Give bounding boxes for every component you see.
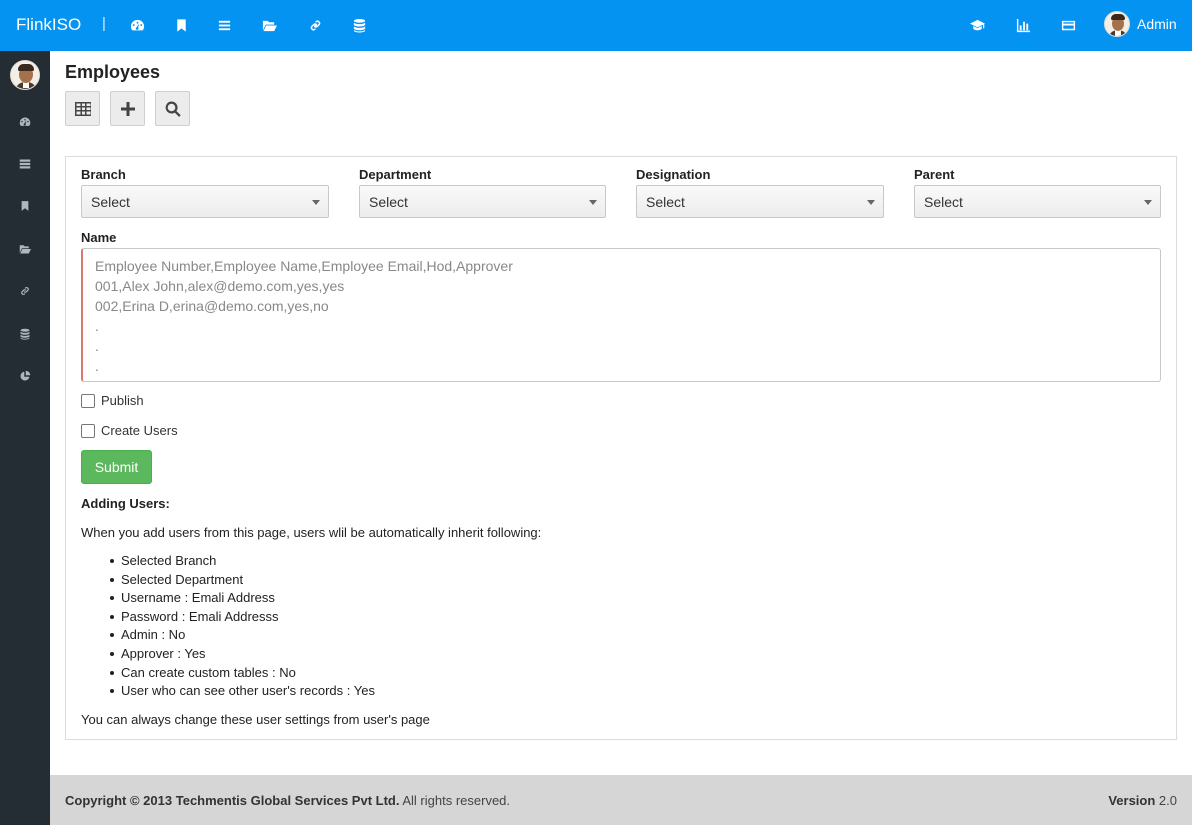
bookmark-icon[interactable] (15, 196, 35, 216)
list-item: Password : Emali Addresss (105, 609, 375, 628)
designation-select[interactable]: Select (636, 185, 884, 218)
folder-open-icon[interactable] (15, 239, 35, 259)
pie-chart-icon[interactable] (15, 366, 35, 386)
info-title: Adding Users: (81, 496, 170, 511)
copyright: Copyright © 2013 Techmentis Global Servi… (65, 793, 510, 808)
create-users-checkbox[interactable] (81, 423, 95, 438)
branch-select-value: Select (91, 194, 130, 210)
rights-text: All rights reserved. (402, 793, 511, 808)
table-view-button[interactable] (65, 91, 100, 126)
department-label: Department (359, 167, 432, 182)
company-name: Techmentis Global Services Pvt Ltd. (175, 793, 400, 808)
table-icon (74, 101, 91, 116)
chevron-down-icon (867, 200, 875, 205)
parent-label: Parent (914, 167, 955, 182)
search-button[interactable] (155, 91, 190, 126)
brand-logo[interactable]: FlinkISO (16, 15, 81, 35)
chevron-down-icon (312, 200, 320, 205)
user-name: Admin (1137, 16, 1177, 32)
user-menu[interactable]: Admin (1104, 11, 1177, 37)
create-users-checkbox-row[interactable]: Create Users (81, 423, 178, 438)
name-textarea[interactable]: Employee Number,Employee Name,Employee E… (81, 248, 1161, 382)
list-item: Admin : No (105, 627, 375, 646)
bookmark-icon[interactable] (170, 14, 192, 36)
copyright-prefix: Copyright © 2013 (65, 793, 173, 808)
list-item: Selected Branch (105, 553, 375, 572)
folder-open-icon[interactable] (258, 14, 280, 36)
add-button[interactable] (110, 91, 145, 126)
list-item: Username : Emali Address (105, 590, 375, 609)
chevron-down-icon (1144, 200, 1152, 205)
database-icon[interactable] (348, 14, 370, 36)
branch-select[interactable]: Select (81, 185, 329, 218)
sidebar (0, 51, 50, 825)
name-label: Name (81, 230, 117, 245)
department-select-value: Select (369, 194, 408, 210)
parent-select-value: Select (924, 194, 963, 210)
info-list: Selected Branch Selected Department User… (105, 553, 375, 702)
list-item: Approver : Yes (105, 646, 375, 665)
create-users-label: Create Users (101, 423, 178, 438)
avatar (10, 60, 40, 90)
branch-label: Branch (81, 167, 126, 182)
version: Version 2.0 (1108, 793, 1177, 808)
bar-chart-icon[interactable] (1012, 14, 1034, 36)
version-label: Version (1108, 793, 1156, 808)
parent-select[interactable]: Select (914, 185, 1161, 218)
brand-separator: | (102, 15, 106, 32)
submit-button[interactable]: Submit (81, 450, 152, 484)
publish-label: Publish (101, 393, 144, 408)
dashboard-icon[interactable] (15, 112, 35, 132)
link-icon[interactable] (15, 281, 35, 301)
publish-checkbox-row[interactable]: Publish (81, 393, 144, 408)
designation-select-value: Select (646, 194, 685, 210)
page-footer: Copyright © 2013 Techmentis Global Servi… (50, 775, 1192, 825)
list-item: Can create custom tables : No (105, 665, 375, 684)
server-icon[interactable] (15, 154, 35, 174)
info-intro: When you add users from this page, users… (81, 525, 542, 540)
list-item: Selected Department (105, 572, 375, 591)
database-icon[interactable] (15, 324, 35, 344)
page-title: Employees (65, 62, 161, 82)
sidebar-avatar[interactable] (10, 60, 40, 90)
version-value: 2.0 (1158, 793, 1177, 808)
credit-card-icon[interactable] (1057, 14, 1079, 36)
graduation-cap-icon[interactable] (966, 14, 988, 36)
list-item: User who can see other user's records : … (105, 683, 375, 702)
publish-checkbox[interactable] (81, 393, 95, 408)
search-icon (165, 100, 181, 117)
department-select[interactable]: Select (359, 185, 606, 218)
designation-label: Designation (636, 167, 711, 182)
info-footer: You can always change these user setting… (81, 712, 430, 727)
chevron-down-icon (589, 200, 597, 205)
top-navbar: FlinkISO | Admin (0, 0, 1192, 51)
link-icon[interactable] (304, 14, 326, 36)
dashboard-icon[interactable] (126, 14, 148, 36)
avatar (1104, 11, 1130, 37)
list-icon[interactable] (213, 14, 235, 36)
plus-icon (120, 101, 135, 116)
